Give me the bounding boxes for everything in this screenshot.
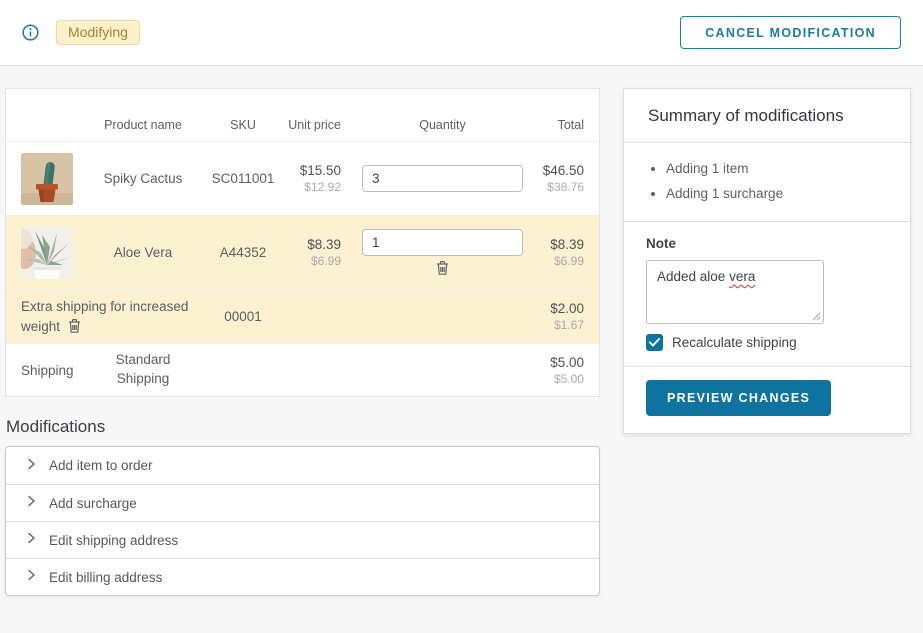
accordion-item-label: Edit billing address (49, 570, 162, 585)
remove-surcharge-trash-icon[interactable] (67, 318, 82, 334)
preview-changes-button[interactable]: PREVIEW CHANGES (646, 380, 831, 416)
top-bar: Modifying CANCEL MODIFICATION (0, 0, 923, 66)
product-sku: SC011001 (203, 171, 283, 186)
sku-header: SKU (203, 118, 283, 132)
info-icon[interactable] (22, 24, 39, 41)
table-row-shipping: Shipping Standard Shipping $5.00 $5.00 (6, 343, 599, 396)
product-name-header: Product name (83, 118, 203, 132)
order-items-table: Product name SKU Unit price Quantity Tot… (5, 88, 600, 397)
note-section: Note Added aloe vera Recalculate shippin… (624, 222, 910, 367)
chevron-right-icon (27, 457, 36, 475)
accordion-item-edit-billing-address[interactable]: Edit billing address (6, 558, 599, 595)
spiky-cactus-photo (21, 153, 73, 205)
order-items-section: Product name SKU Unit price Quantity Tot… (5, 88, 600, 596)
remove-aloe-vera-trash-icon[interactable] (435, 260, 450, 276)
textarea-resize-handle[interactable] (812, 312, 821, 321)
unit-price-header: Unit price (283, 118, 341, 132)
modifications-accordion: Add item to order Add surcharge Edit shi… (5, 446, 600, 596)
note-text-misspelled: vera (729, 269, 755, 284)
total-header: Total (531, 118, 584, 132)
accordion-item-label: Add surcharge (49, 496, 137, 511)
accordion-item-add-item[interactable]: Add item to order (6, 447, 599, 484)
line-total: $8.39 (531, 237, 584, 252)
table-row-aloe-vera: Aloe Vera A44352 $8.39 $6.99 (6, 215, 599, 289)
surcharge-label: Extra shipping for increased weight (21, 297, 203, 336)
quantity-input-aloe-vera[interactable] (362, 229, 523, 256)
accordion-item-add-surcharge[interactable]: Add surcharge (6, 484, 599, 521)
accordion-item-label: Edit shipping address (49, 533, 178, 548)
modifications-title: Modifications (6, 417, 600, 437)
shipping-method: Standard Shipping (99, 351, 187, 389)
quantity-input-spiky-cactus[interactable] (362, 165, 523, 192)
summary-panel: Summary of modifications Adding 1 item A… (623, 88, 911, 434)
unit-price-converted: $12.92 (283, 180, 341, 194)
chevron-right-icon (27, 494, 36, 512)
note-label: Note (646, 236, 888, 251)
recalculate-shipping-label: Recalculate shipping (672, 335, 797, 350)
surcharge-text: Extra shipping for increased weight (21, 299, 188, 334)
summary-list: Adding 1 item Adding 1 surcharge (624, 143, 910, 222)
product-name: Aloe Vera (83, 245, 203, 260)
line-total: $46.50 (531, 163, 584, 178)
accordion-item-edit-shipping-address[interactable]: Edit shipping address (6, 521, 599, 558)
unit-price: $15.50 (283, 163, 341, 178)
line-total: $2.00 (531, 301, 584, 316)
unit-price-converted: $6.99 (283, 254, 341, 268)
chevron-right-icon (27, 531, 36, 549)
cancel-modification-button[interactable]: CANCEL MODIFICATION (680, 16, 901, 49)
line-total-converted: $1.67 (531, 318, 584, 332)
status-badge: Modifying (56, 20, 140, 45)
shipping-label: Shipping (21, 363, 83, 378)
accordion-item-label: Add item to order (49, 458, 153, 473)
main-content: Product name SKU Unit price Quantity Tot… (0, 66, 923, 596)
note-textarea[interactable]: Added aloe vera (646, 260, 824, 324)
unit-price: $8.39 (283, 237, 341, 252)
table-row-surcharge: Extra shipping for increased weight 0000… (6, 289, 599, 343)
table-row-spiky-cactus: Spiky Cactus SC011001 $15.50 $12.92 $46.… (6, 141, 599, 215)
line-total-converted: $5.00 (531, 372, 584, 386)
table-header-row: Product name SKU Unit price Quantity Tot… (6, 89, 599, 141)
note-text: Added aloe (657, 269, 729, 284)
summary-item: Adding 1 surcharge (666, 181, 886, 206)
line-total: $5.00 (531, 355, 584, 370)
line-total-converted: $38.76 (531, 180, 584, 194)
product-name: Spiky Cactus (83, 171, 203, 186)
quantity-header: Quantity (362, 118, 523, 132)
summary-item: Adding 1 item (666, 156, 886, 181)
recalculate-shipping-checkbox[interactable] (646, 334, 663, 351)
chevron-right-icon (27, 568, 36, 586)
surcharge-sku: 00001 (203, 309, 283, 324)
product-sku: A44352 (203, 245, 283, 260)
aloe-vera-photo (21, 227, 73, 279)
line-total-converted: $6.99 (531, 254, 584, 268)
summary-panel-title: Summary of modifications (648, 106, 886, 126)
